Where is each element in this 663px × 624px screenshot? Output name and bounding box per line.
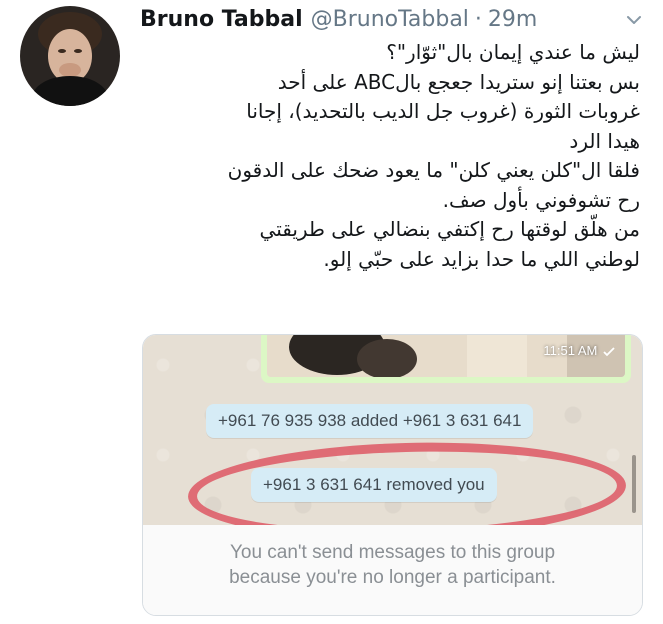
notice-line-1: You can't send messages to this group <box>229 542 556 563</box>
group-notice-footer: You can't send messages to this group be… <box>143 525 642 615</box>
message-timestamp: 11:51 AM <box>543 343 615 358</box>
chat-background: 11:51 AM +961 76 935 938 added +961 3 63… <box>143 335 642 545</box>
tweet-media-image[interactable]: 11:51 AM +961 76 935 938 added +961 3 63… <box>142 334 643 616</box>
tweet-line: غروبات الثورة (غروب جل الديب بالتحديد)، … <box>246 99 640 123</box>
tweet-line: فلقا ال"كلن يعني كلن" ما يعود ضحك على ال… <box>227 158 640 182</box>
tweet-line: رح تشوفوني بأول صف. <box>442 187 640 212</box>
tweet-line: من هلّق لوقتها رح إكتفي بنضالي على طريقت… <box>259 217 640 241</box>
chevron-down-icon[interactable] <box>625 10 643 28</box>
tweet-time[interactable]: 29m <box>488 7 537 32</box>
author-avatar[interactable] <box>20 6 120 106</box>
tweet-header: Bruno Tabbal @BrunoTabbal · 29m <box>140 4 643 34</box>
author-name[interactable]: Bruno Tabbal <box>140 7 303 32</box>
tweet-line: ليش ما عندي إيمان بال"ثوّار"؟ <box>386 40 640 64</box>
message-time: 11:51 AM <box>543 343 598 358</box>
avatar-photo <box>20 6 120 106</box>
tweet-text: ليش ما عندي إيمان بال"ثوّار"؟ بس بعتنا إ… <box>140 38 640 274</box>
tweet-line: هيدا الرد <box>569 128 640 153</box>
group-notice-text: You can't send messages to this group be… <box>143 525 642 590</box>
system-message-added: +961 76 935 938 added +961 3 631 641 <box>206 404 534 438</box>
tweet-line: لوطني اللي ما حدا بزايد على حبّي إلو. <box>323 246 640 271</box>
author-handle[interactable]: @BrunoTabbal <box>311 7 469 32</box>
chat-scrollbar <box>632 455 636 513</box>
tweet-line: بس بعتنا إنو ستريدا جعجع بالABC على أحد <box>277 69 640 94</box>
separator-dot: · <box>474 6 482 32</box>
checkmark-icon <box>603 346 615 356</box>
notice-line-2: because you're no longer a participant. <box>229 567 556 588</box>
image-message: 11:51 AM <box>261 335 631 383</box>
